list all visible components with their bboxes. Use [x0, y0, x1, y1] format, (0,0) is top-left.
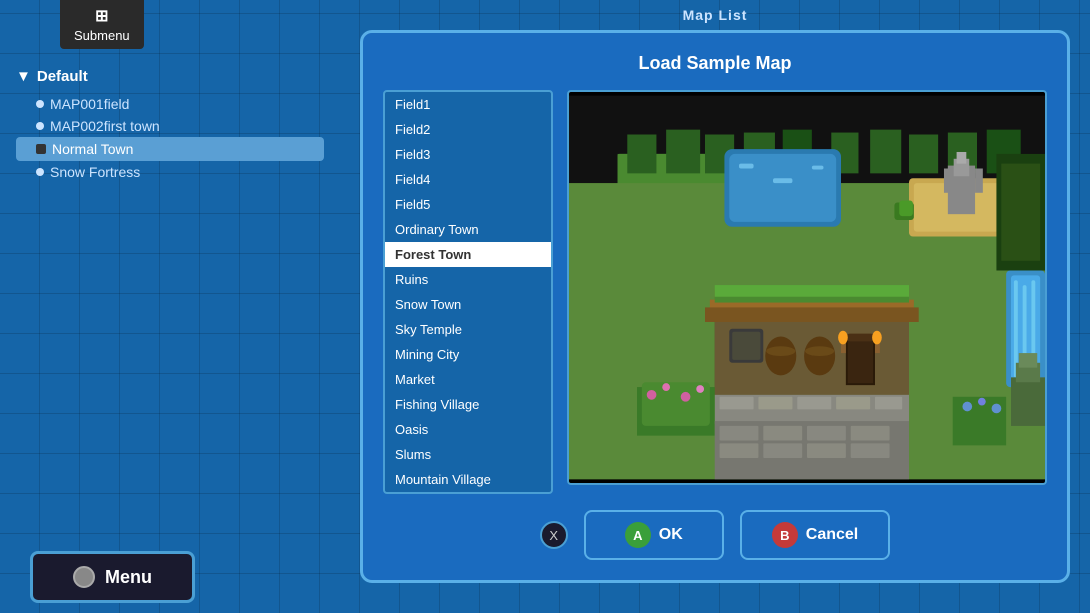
cancel-button[interactable]: B Cancel [740, 510, 890, 560]
sidebar-item-label: MAP002first town [50, 118, 160, 134]
sidebar-item-label: MAP001field [50, 96, 129, 112]
cancel-label: Cancel [806, 526, 858, 544]
list-item[interactable]: Slums [385, 442, 551, 467]
bullet-icon [36, 122, 44, 130]
menu-circle-icon [73, 566, 95, 588]
menu-button[interactable]: Menu [30, 551, 195, 603]
dialog-footer: X A OK B Cancel [383, 510, 1047, 560]
list-item[interactable]: Sky Temple [385, 317, 551, 342]
map-preview [567, 90, 1047, 485]
bullet-icon [36, 100, 44, 108]
list-item[interactable]: Fishing Village [385, 392, 551, 417]
tree-header: ▼ Default [16, 68, 324, 85]
list-item[interactable]: Field4 [385, 167, 551, 192]
sidebar-item-normal[interactable]: Normal Town [16, 137, 324, 161]
list-item[interactable]: Snow Town [385, 292, 551, 317]
x-button[interactable]: X [540, 521, 568, 549]
sidebar-item-map002[interactable]: MAP002first town [16, 115, 324, 137]
ok-badge: A [625, 522, 651, 548]
sidebar-item-label: Normal Town [52, 141, 133, 157]
dialog: Load Sample Map Field1 Field2 Field3 Fie… [360, 30, 1070, 583]
sidebar-item-label: Snow Fortress [50, 164, 140, 180]
list-item[interactable]: Ruins [385, 267, 551, 292]
list-item[interactable]: Field5 [385, 192, 551, 217]
bullet-icon [36, 168, 44, 176]
cancel-badge: B [772, 522, 798, 548]
tree-section: ▼ Default MAP001field MAP002first town N… [16, 68, 324, 183]
bullet-icon [36, 144, 46, 154]
map-list: Field1 Field2 Field3 Field4 Field5 Ordin… [385, 92, 551, 492]
sidebar-item-snow[interactable]: Snow Fortress [16, 161, 324, 183]
sidebar-item-map001[interactable]: MAP001field [16, 93, 324, 115]
sidebar: ▼ Default MAP001field MAP002first town N… [0, 0, 340, 613]
list-item[interactable]: Mining City [385, 342, 551, 367]
list-item[interactable]: Oasis [385, 417, 551, 442]
modal-overlay: Load Sample Map Field1 Field2 Field3 Fie… [340, 0, 1090, 613]
list-item[interactable]: Field3 [385, 142, 551, 167]
dialog-body: Field1 Field2 Field3 Field4 Field5 Ordin… [383, 90, 1047, 494]
ok-button[interactable]: A OK [584, 510, 724, 560]
map-preview-svg [569, 92, 1045, 483]
tree-collapse-icon[interactable]: ▼ [16, 68, 31, 85]
tree-header-label: Default [37, 68, 88, 85]
list-item-selected[interactable]: Forest Town [385, 242, 551, 267]
list-item[interactable]: Market [385, 367, 551, 392]
list-item[interactable]: Ordinary Town [385, 217, 551, 242]
ok-label: OK [659, 526, 683, 544]
map-list-container: Field1 Field2 Field3 Field4 Field5 Ordin… [383, 90, 553, 494]
list-item[interactable]: Mountain Village [385, 467, 551, 492]
dialog-title: Load Sample Map [383, 53, 1047, 74]
list-item[interactable]: Field1 [385, 92, 551, 117]
menu-label: Menu [105, 567, 152, 588]
list-item[interactable]: Field2 [385, 117, 551, 142]
